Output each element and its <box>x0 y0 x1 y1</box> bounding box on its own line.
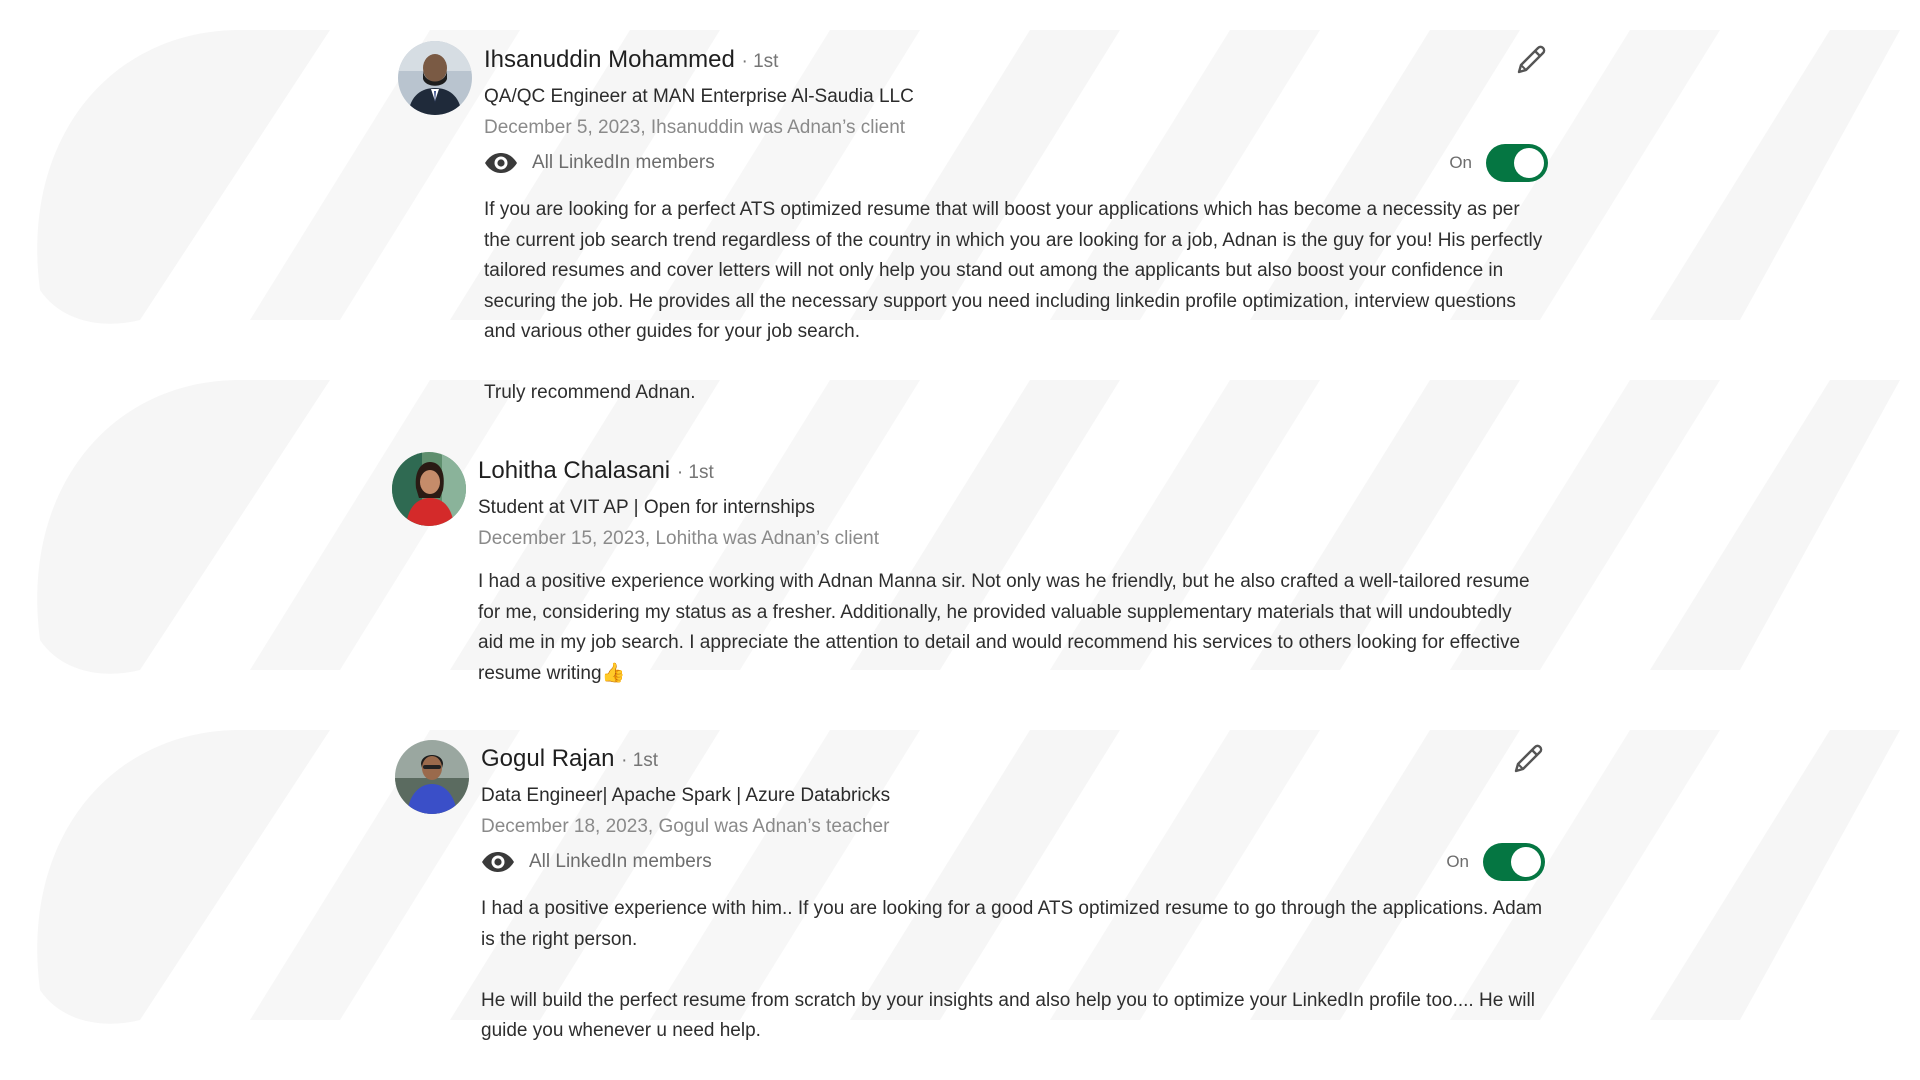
recommendation-paragraph: I had a positive experience with him.. I… <box>481 898 1543 950</box>
recommendation-date-relationship: December 18, 2023, Gogul was Adnan’s tea… <box>481 816 890 837</box>
recommendation-paragraph: He will build the perfect resume from sc… <box>481 989 1535 1042</box>
member-headline: QA/QC Engineer at MAN Enterprise Al-Saud… <box>484 86 914 107</box>
visibility-toggle-group: On <box>1449 143 1548 183</box>
recommendation-paragraph: If you are looking for a perfect ATS opt… <box>484 199 1543 342</box>
connection-degree: · 1st <box>676 462 714 483</box>
recommendation-text: If you are looking for a perfect ATS opt… <box>484 195 1548 409</box>
connection-degree: · 1st <box>621 750 659 771</box>
member-name[interactable]: Gogul Rajan <box>481 745 614 772</box>
member-headline: Student at VIT AP | Open for internships <box>478 497 815 518</box>
member-name-line: Lohitha Chalasani · 1st <box>478 452 1542 492</box>
avatar-photo-icon <box>392 452 466 526</box>
visibility-row: All LinkedIn members On <box>484 143 1548 183</box>
avatar[interactable] <box>398 41 472 115</box>
recommendation-paragraph: Truly recommend Adnan. <box>484 382 696 403</box>
avatar[interactable] <box>392 452 466 526</box>
show-recommendation-toggle[interactable] <box>1486 144 1548 182</box>
visibility-label: All LinkedIn members <box>532 152 715 173</box>
visibility-setting: All LinkedIn members <box>484 145 715 181</box>
avatar-photo-icon <box>395 740 469 814</box>
eye-icon <box>482 852 514 872</box>
avatar[interactable] <box>395 740 469 814</box>
member-name-line: Gogul Rajan · 1st <box>481 740 1545 780</box>
visibility-setting: All LinkedIn members <box>481 844 712 880</box>
eye-icon <box>485 153 517 173</box>
recommendation-text: I had a positive experience working with… <box>478 567 1542 689</box>
toggle-knob <box>1511 847 1541 877</box>
pencil-icon[interactable] <box>1511 742 1545 776</box>
show-recommendation-toggle[interactable] <box>1483 843 1545 881</box>
connection-degree: · 1st <box>741 51 779 72</box>
member-name-line: Ihsanuddin Mohammed · 1st <box>484 41 1548 81</box>
toggle-knob <box>1514 148 1544 178</box>
recommendation-date-relationship: December 5, 2023, Ihsanuddin was Adnan’s… <box>484 117 906 138</box>
toggle-state-label: On <box>1446 852 1469 871</box>
recommendation-date-relationship: December 15, 2023, Lohitha was Adnan’s c… <box>478 528 880 549</box>
visibility-row: All LinkedIn members On <box>481 842 1545 882</box>
avatar-photo-icon <box>398 41 472 115</box>
pencil-icon[interactable] <box>1514 43 1548 77</box>
member-headline: Data Engineer| Apache Spark | Azure Data… <box>481 785 891 806</box>
visibility-label: All LinkedIn members <box>529 851 712 872</box>
member-name[interactable]: Lohitha Chalasani <box>478 457 670 484</box>
visibility-toggle-group: On <box>1446 842 1545 882</box>
recommendation-paragraph: I had a positive experience working with… <box>478 571 1530 684</box>
member-name[interactable]: Ihsanuddin Mohammed <box>484 46 735 73</box>
recommendation-text: I had a positive experience with him.. I… <box>481 894 1545 1047</box>
toggle-state-label: On <box>1449 153 1472 172</box>
